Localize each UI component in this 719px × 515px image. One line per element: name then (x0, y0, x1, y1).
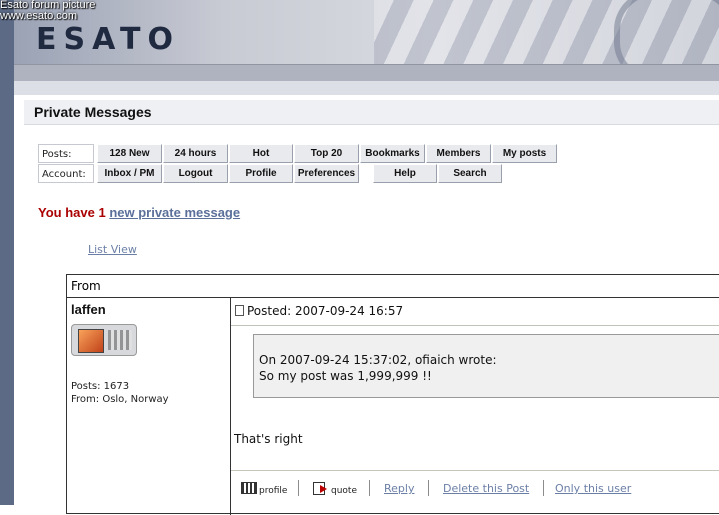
profile-icon (241, 482, 257, 494)
avatar-screen (78, 329, 104, 353)
pm-notice-text: You have 1 (38, 205, 106, 220)
author-name[interactable]: laffen (71, 302, 106, 317)
quote-icon (313, 482, 327, 495)
from-header: From (67, 275, 719, 298)
document-icon (235, 305, 244, 316)
profile-button-label: profile (259, 486, 288, 496)
message-cell: Posted: 2007-09-24 16:57 On 2007-09-24 1… (231, 298, 719, 515)
header-band-light (14, 81, 719, 95)
left-rail (0, 0, 14, 505)
nav-button-preferences[interactable]: Preferences (294, 164, 359, 183)
author-cell: laffen Posts: 1673 From: Oslo, Norway (67, 298, 231, 515)
site-header: ESATO (14, 0, 719, 64)
author-meta: Posts: 1673 From: Oslo, Norway (71, 380, 169, 406)
divider (231, 325, 719, 326)
author-location: From: Oslo, Norway (71, 394, 169, 405)
quote-button[interactable]: quote (313, 482, 357, 496)
reply-link[interactable]: Reply (384, 482, 414, 495)
nav-button-24-hours[interactable]: 24 hours (163, 144, 228, 163)
separator (369, 480, 370, 496)
page-title: Private Messages (34, 104, 152, 120)
quote-text: So my post was 1,999,999 !! (259, 369, 432, 383)
nav-row-posts: Posts: 128 New 24 hours Hot Top 20 Bookm… (38, 144, 558, 163)
nav-button-128-new[interactable]: 128 New (97, 144, 162, 163)
nav-row-account: Account: Inbox / PM Logout Profile Prefe… (38, 164, 558, 183)
profile-button[interactable]: profile (241, 482, 287, 496)
delete-post-link[interactable]: Delete this Post (443, 482, 529, 495)
nav-button-bookmarks[interactable]: Bookmarks (360, 144, 425, 163)
posts-label: Posts: (38, 144, 94, 163)
posted-header: Posted: 2007-09-24 16:57 (235, 304, 403, 318)
separator (543, 480, 544, 496)
nav-button-help[interactable]: Help (373, 164, 437, 183)
nav-button-logout[interactable]: Logout (163, 164, 228, 183)
list-view-link[interactable]: List View (88, 243, 137, 256)
watermark: Esato forum picture www.esato.com (0, 0, 95, 22)
nav-button-hot[interactable]: Hot (229, 144, 293, 163)
quote-box: On 2007-09-24 15:37:02, ofiaich wrote: S… (253, 334, 719, 398)
nav-button-search[interactable]: Search (438, 164, 502, 183)
quote-button-label: quote (331, 486, 357, 496)
account-label: Account: (38, 164, 94, 183)
only-this-user-link[interactable]: Only this user (555, 482, 631, 495)
new-private-message-link[interactable]: new private message (109, 205, 240, 220)
separator (428, 480, 429, 496)
nav-button-profile[interactable]: Profile (229, 164, 293, 183)
quote-attribution: On 2007-09-24 15:37:02, ofiaich wrote: (259, 353, 497, 367)
avatar-keypad (108, 330, 132, 350)
watermark-line2: www.esato.com (0, 10, 78, 22)
nav-button-my-posts[interactable]: My posts (492, 144, 557, 163)
message-body: That's right (234, 432, 303, 446)
esato-logo[interactable]: ESATO (36, 22, 180, 57)
avatar (71, 324, 137, 356)
message-table: From laffen Posts: 1673 From: Oslo, Norw… (66, 274, 719, 515)
author-post-count: Posts: 1673 (71, 381, 130, 392)
pm-notice: You have 1 new private message (38, 205, 240, 220)
nav-button-top-20[interactable]: Top 20 (294, 144, 359, 163)
title-bar: Private Messages (24, 100, 719, 125)
posted-date: Posted: 2007-09-24 16:57 (247, 304, 404, 318)
post-actions: profile quote Reply Delete this Post Onl… (231, 478, 719, 500)
nav-button-members[interactable]: Members (426, 144, 491, 163)
header-band (14, 64, 719, 82)
divider-bottom (231, 470, 719, 471)
nav-button-inbox[interactable]: Inbox / PM (97, 164, 162, 183)
separator (298, 480, 299, 496)
header-phone-graphic (614, 0, 719, 64)
